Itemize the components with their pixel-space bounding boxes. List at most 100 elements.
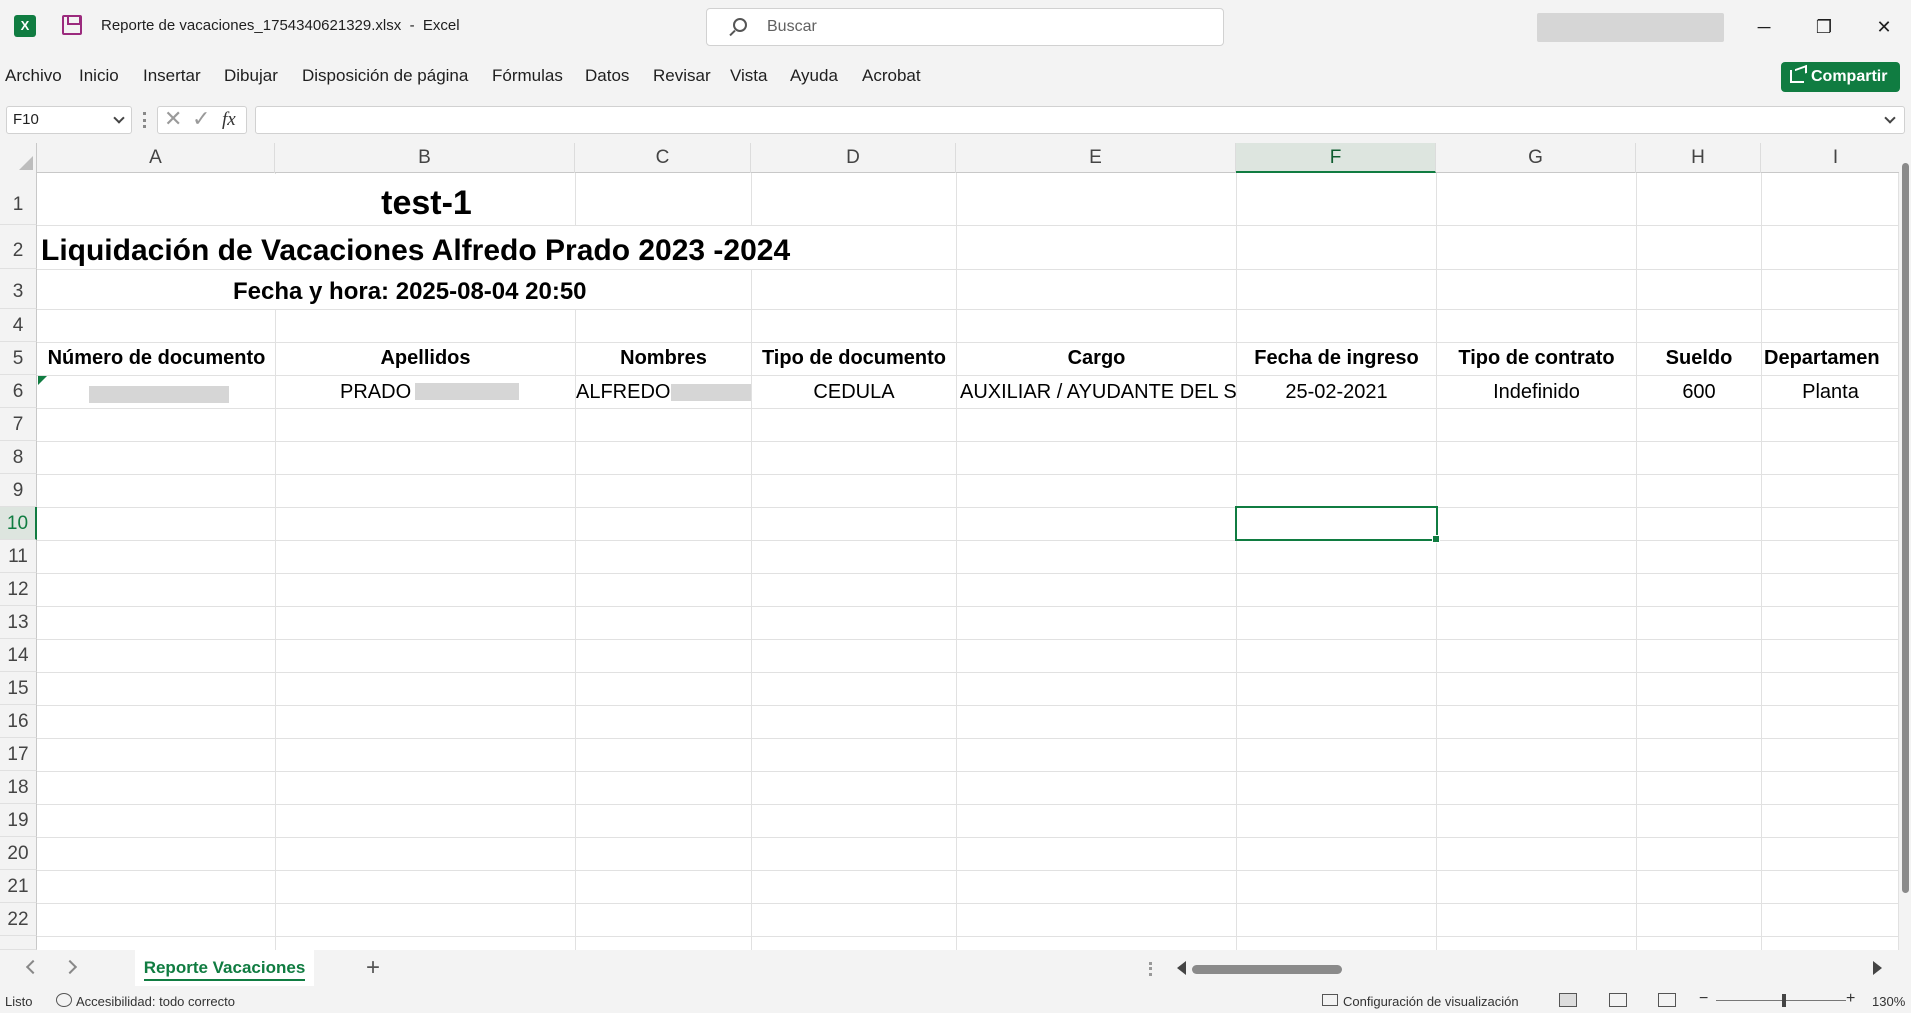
tab-datos[interactable]: Datos <box>585 66 629 86</box>
header-tipo-contrato[interactable]: Tipo de contrato <box>1437 342 1636 375</box>
column-header-g[interactable]: G <box>1436 143 1636 173</box>
header-nombres[interactable]: Nombres <box>576 342 751 375</box>
display-settings[interactable]: Configuración de visualización <box>1343 994 1519 1009</box>
tab-revisar[interactable]: Revisar <box>653 66 711 86</box>
tab-vista[interactable]: Vista <box>730 66 768 86</box>
account-area[interactable] <box>1537 13 1724 42</box>
header-cargo[interactable]: Cargo <box>957 342 1236 375</box>
normal-view-icon[interactable] <box>1559 993 1577 1007</box>
tab-splitter-icon[interactable] <box>1149 962 1152 976</box>
close-button[interactable]: ✕ <box>1854 0 1911 54</box>
header-numero-documento[interactable]: Número de documento <box>38 342 275 375</box>
selected-cell-f10[interactable] <box>1235 506 1440 543</box>
row-header-12[interactable]: 12 <box>0 573 37 606</box>
cell-b1-title[interactable]: test-1 <box>38 174 575 225</box>
row-header-3[interactable]: 3 <box>0 269 37 309</box>
header-apellidos[interactable]: Apellidos <box>276 342 575 375</box>
name-box[interactable]: F10 <box>6 106 132 134</box>
row-header-11[interactable]: 11 <box>0 540 37 573</box>
column-header-a[interactable]: A <box>37 143 275 173</box>
header-sueldo[interactable]: Sueldo <box>1637 342 1761 375</box>
cell-f6-fecha-ingreso[interactable]: 25-02-2021 <box>1237 375 1436 408</box>
cancel-icon[interactable]: ✕ <box>164 106 182 132</box>
column-header-d[interactable]: D <box>751 143 956 173</box>
zoom-in-button[interactable]: + <box>1846 990 1855 1008</box>
row-header-17[interactable]: 17 <box>0 738 37 771</box>
cell-g6-tipo-contrato[interactable]: Indefinido <box>1437 375 1636 408</box>
page-break-view-icon[interactable] <box>1658 993 1676 1007</box>
horizontal-scroll-thumb[interactable] <box>1192 965 1342 974</box>
row-header-18[interactable]: 18 <box>0 771 37 804</box>
cell-a2-subtitle[interactable]: Liquidación de Vacaciones Alfredo Prado … <box>38 226 956 269</box>
scroll-left-icon[interactable] <box>1177 961 1186 975</box>
row-header-13[interactable]: 13 <box>0 606 37 639</box>
prev-sheet-icon[interactable] <box>25 959 41 975</box>
tab-insertar[interactable]: Insertar <box>143 66 201 86</box>
add-sheet-button[interactable]: + <box>366 954 380 982</box>
expand-formula-icon[interactable] <box>1884 112 1896 124</box>
next-sheet-icon[interactable] <box>62 959 78 975</box>
more-options-icon[interactable] <box>143 112 146 128</box>
row-header-5[interactable]: 5 <box>0 342 37 375</box>
tab-ayuda[interactable]: Ayuda <box>790 66 838 86</box>
sheet-tab-reporte-vacaciones[interactable]: Reporte Vacaciones <box>135 950 314 986</box>
column-header-c[interactable]: C <box>575 143 751 173</box>
row-header-4[interactable]: 4 <box>0 309 37 342</box>
row-header-16[interactable]: 16 <box>0 705 37 738</box>
zoom-out-button[interactable]: − <box>1699 990 1708 1008</box>
column-header-b[interactable]: B <box>275 143 575 173</box>
tab-acrobat[interactable]: Acrobat <box>862 66 921 86</box>
column-header-f[interactable]: F <box>1236 143 1436 173</box>
header-fecha-ingreso[interactable]: Fecha de ingreso <box>1237 342 1436 375</box>
row-header-2[interactable]: 2 <box>0 225 37 269</box>
row-header-10[interactable]: 10 <box>0 507 37 540</box>
search-box[interactable]: Buscar <box>706 8 1224 46</box>
accessibility-status[interactable]: Accesibilidad: todo correcto <box>76 994 235 1009</box>
row-header-8[interactable]: 8 <box>0 441 37 474</box>
spreadsheet-grid[interactable]: A B C D E F G H I 1 2 3 4 5 6 7 8 9 10 1… <box>0 143 1899 950</box>
column-header-h[interactable]: H <box>1636 143 1761 173</box>
row-header-20[interactable]: 20 <box>0 837 37 870</box>
tab-archivo[interactable]: Archivo <box>5 66 62 86</box>
row-header-23[interactable] <box>0 936 37 950</box>
chevron-down-icon[interactable] <box>113 112 125 124</box>
column-header-e[interactable]: E <box>956 143 1236 173</box>
row-header-1[interactable]: 1 <box>0 173 37 225</box>
zoom-slider-track[interactable] <box>1716 1000 1846 1001</box>
formula-input[interactable] <box>255 106 1905 134</box>
row-header-21[interactable]: 21 <box>0 870 37 903</box>
zoom-level[interactable]: 130% <box>1872 994 1905 1009</box>
tab-formulas[interactable]: Fórmulas <box>492 66 563 86</box>
share-button[interactable]: Compartir <box>1781 62 1900 92</box>
row-header-22[interactable]: 22 <box>0 903 37 936</box>
row-header-14[interactable]: 14 <box>0 639 37 672</box>
insert-function-icon[interactable]: fx <box>222 109 236 131</box>
scroll-right-icon[interactable] <box>1873 961 1882 975</box>
row-header-6[interactable]: 6 <box>0 375 37 408</box>
row-header-15[interactable]: 15 <box>0 672 37 705</box>
restore-button[interactable]: ❐ <box>1794 0 1854 54</box>
column-header-i[interactable]: I <box>1761 143 1899 173</box>
header-tipo-documento[interactable]: Tipo de documento <box>752 342 956 375</box>
minimize-button[interactable]: ─ <box>1734 0 1794 54</box>
zoom-slider-thumb[interactable] <box>1782 994 1786 1007</box>
vertical-scroll-thumb[interactable] <box>1902 163 1909 893</box>
cell-d6-tipo-documento[interactable]: CEDULA <box>752 375 956 408</box>
row-header-7[interactable]: 7 <box>0 408 37 441</box>
enter-icon[interactable]: ✓ <box>192 106 210 132</box>
cell-b6-apellidos[interactable]: PRADO <box>340 375 420 408</box>
row-header-19[interactable]: 19 <box>0 804 37 837</box>
cell-h6-sueldo[interactable]: 600 <box>1637 375 1761 408</box>
cell-i6-departamento[interactable]: Planta <box>1762 375 1899 408</box>
header-departamento[interactable]: Departamen <box>1762 342 1899 375</box>
cell-c6-nombres[interactable]: ALFREDO <box>576 375 676 408</box>
cell-a3-datetime[interactable]: Fecha y hora: 2025-08-04 20:50 <box>38 270 751 309</box>
vertical-scrollbar[interactable] <box>1899 143 1911 950</box>
cell-e6-cargo[interactable]: AUXILIAR / AYUDANTE DEL S <box>960 375 1236 408</box>
select-all-corner[interactable] <box>0 143 37 173</box>
row-header-9[interactable]: 9 <box>0 474 37 507</box>
page-layout-view-icon[interactable] <box>1609 993 1627 1007</box>
save-icon[interactable] <box>62 15 82 35</box>
tab-disposicion[interactable]: Disposición de página <box>302 66 468 86</box>
tab-inicio[interactable]: Inicio <box>79 66 119 86</box>
